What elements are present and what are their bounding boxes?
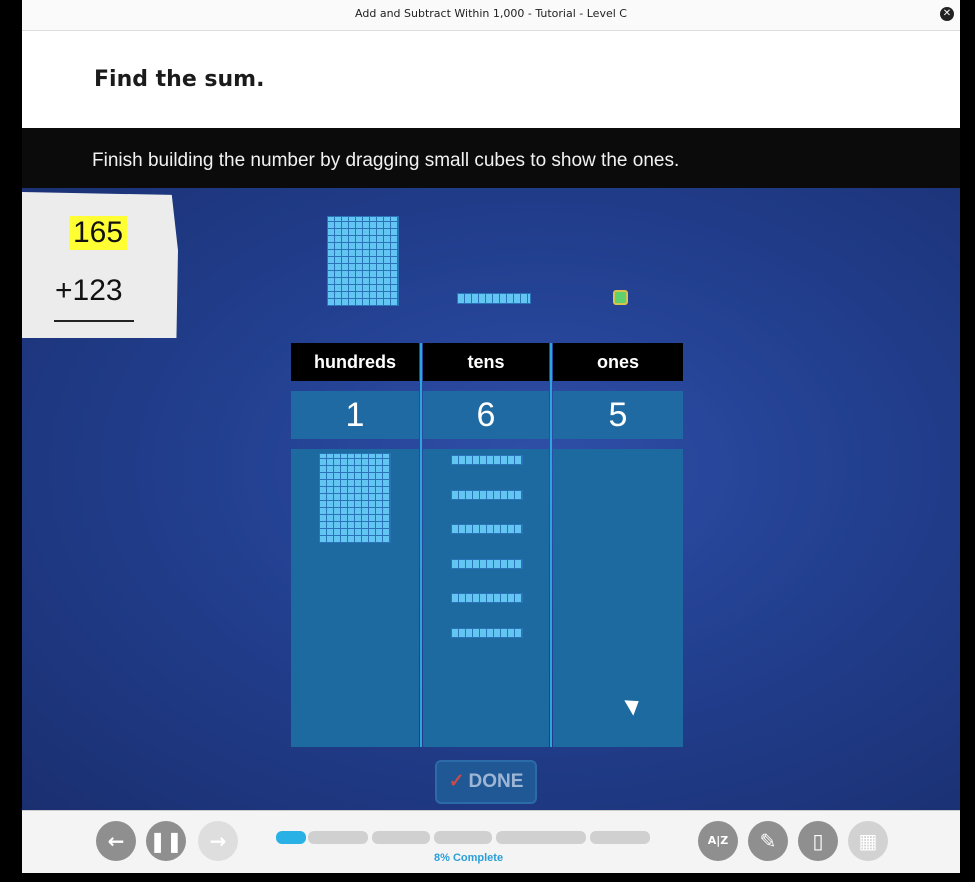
ten-rod-bank[interactable]	[457, 293, 531, 304]
header-ones: ones	[553, 343, 683, 381]
column-separator	[420, 343, 422, 747]
ten-rod[interactable]	[451, 558, 523, 569]
work-area: 165 +123 hundreds tens ones 1 6 5 ✓ DONE	[22, 188, 960, 810]
progress-segment	[372, 831, 430, 844]
window-title: Add and Subtract Within 1,000 - Tutorial…	[355, 7, 627, 20]
done-button[interactable]: ✓ DONE	[435, 760, 537, 804]
done-label: DONE	[468, 771, 524, 792]
tens-drop-zone[interactable]	[423, 449, 549, 747]
progress-label: 8% Complete	[434, 852, 504, 864]
hundred-flat[interactable]	[319, 453, 391, 543]
hundreds-drop-zone[interactable]	[291, 449, 419, 747]
ten-rod[interactable]	[451, 524, 523, 534]
progress-fill	[276, 831, 306, 844]
question-text: Find the sum.	[94, 67, 265, 92]
glossary-icon[interactable]: A|Z	[698, 821, 738, 861]
bottom-toolbar: ← ❚❚ → 8% Complete A|Z ✎ ▯ ▦	[22, 810, 960, 873]
header-tens: tens	[423, 343, 549, 381]
clipboard-icon[interactable]: ▯	[798, 821, 838, 861]
calculator-icon[interactable]: ▦	[848, 821, 888, 861]
question-header: Find the sum.	[22, 31, 960, 128]
header-hundreds: hundreds	[291, 343, 419, 381]
digit-hundreds: 1	[291, 391, 419, 439]
back-button[interactable]: ←	[96, 821, 136, 861]
progress-segment	[434, 831, 492, 844]
ones-drop-zone[interactable]	[553, 449, 683, 747]
window-title-bar: Add and Subtract Within 1,000 - Tutorial…	[22, 0, 960, 31]
place-value-chart: hundreds tens ones 1 6 5	[291, 343, 683, 748]
ten-rod[interactable]	[451, 489, 523, 500]
progress-segment	[308, 831, 368, 844]
sum-line	[54, 320, 134, 322]
forward-button[interactable]: →	[198, 821, 238, 861]
digit-ones: 5	[553, 391, 683, 439]
hundred-flat-bank[interactable]	[327, 216, 399, 306]
progress-segment	[496, 831, 586, 844]
ten-rod[interactable]	[451, 593, 523, 603]
column-separator	[550, 343, 552, 747]
progress-segment	[590, 831, 650, 844]
second-addend: +123	[55, 274, 123, 307]
pencil-icon[interactable]: ✎	[748, 821, 788, 861]
check-icon: ✓	[448, 771, 465, 792]
one-cube-bank[interactable]	[613, 290, 628, 305]
instruction-bar: Finish building the number by dragging s…	[22, 128, 960, 188]
first-addend: 165	[69, 216, 128, 250]
ten-rod[interactable]	[451, 455, 523, 465]
app-window: Add and Subtract Within 1,000 - Tutorial…	[0, 0, 975, 882]
pause-button[interactable]: ❚❚	[146, 821, 186, 861]
digit-tens: 6	[423, 391, 549, 439]
instruction-text: Finish building the number by dragging s…	[92, 150, 680, 171]
close-icon[interactable]: ✕	[940, 7, 954, 21]
ten-rod[interactable]	[451, 627, 523, 638]
problem-card: 165 +123	[22, 192, 178, 338]
